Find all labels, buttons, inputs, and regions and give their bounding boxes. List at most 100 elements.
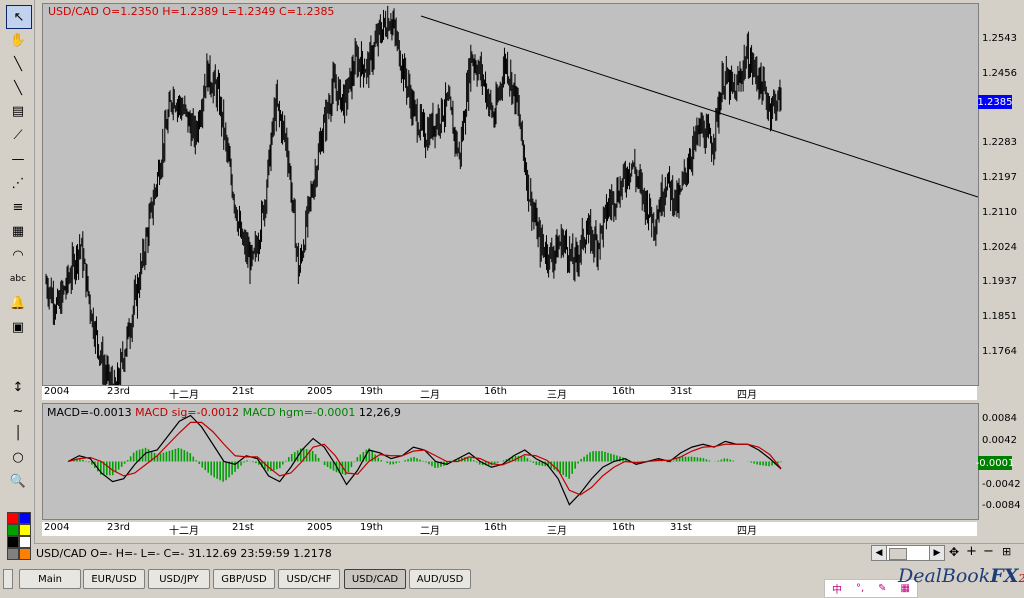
punctuation-icon[interactable]: °, (856, 583, 864, 594)
zoom-tool[interactable]: 🔍 (6, 470, 30, 492)
trendline (420, 15, 979, 198)
macd-info-line: MACD=-0.0013 MACD sig=-0.0012 MACD hgm=-… (47, 406, 401, 419)
date-tick-label: 21st (232, 386, 254, 397)
brand-name: DealBook (898, 565, 991, 587)
tab-main[interactable]: Main (19, 569, 81, 589)
price-tick-label: 1.2456 (982, 68, 1017, 79)
price-tick-label: 1.1764 (982, 346, 1017, 357)
date-tick-label: 四月 (737, 526, 757, 537)
ray-tool[interactable]: ╲ (6, 77, 30, 99)
tab-scroll-handle[interactable] (3, 569, 13, 589)
circle-tool[interactable]: ○ (6, 446, 30, 468)
tab-eur-usd[interactable]: EUR/USD (83, 569, 145, 589)
brand-suffix: FX (990, 565, 1019, 587)
date-tick-label: 二月 (420, 526, 440, 537)
color-swatch[interactable] (7, 524, 19, 536)
date-tick-label: 16th (484, 386, 507, 397)
color-swatch[interactable] (19, 548, 31, 560)
date-axis-macd: 2004 23rd 十二月 21st 2005 19th 二月 16th 三月 16th 31st 四… (42, 522, 977, 537)
price-bars (45, 5, 782, 409)
arc-tool[interactable]: ◠ (6, 244, 30, 266)
date-tick-label: 19th (360, 386, 383, 397)
date-tick-label: 16th (612, 386, 635, 397)
color-swatch[interactable] (7, 536, 19, 548)
brand-logo: DealBookFX2 (898, 565, 1024, 587)
ime-icon[interactable]: 中 (832, 581, 842, 596)
date-tick-label: 十二月 (169, 526, 199, 537)
date-tick-label: 三月 (547, 526, 567, 537)
fibonacci-tool[interactable]: ≡ (6, 196, 30, 218)
scroll-left-button[interactable]: ◀ (871, 545, 887, 561)
price-info-line: USD/CAD O=1.2350 H=1.2389 L=1.2349 C=1.2… (48, 5, 335, 18)
date-tick-label: 23rd (107, 522, 131, 533)
macd-tick-label: 0.0042 (982, 435, 1017, 446)
color-swatch[interactable] (19, 536, 31, 548)
brand-version: 2 (1018, 572, 1024, 585)
wave-tool[interactable]: ∼ (6, 400, 30, 422)
macd-histogram-label: MACD hgm=-0.0001 (242, 406, 356, 419)
macd-histogram (70, 447, 782, 482)
gann-fan-tool[interactable]: ⋰ (6, 172, 30, 194)
scroll-thumb[interactable] (889, 548, 907, 560)
hand-tool[interactable]: ✋ (6, 29, 30, 51)
crosshair-icon[interactable]: ✥ (949, 545, 959, 559)
price-tick-label: 1.2283 (982, 137, 1017, 148)
calculator-tool[interactable]: ▣ (6, 316, 30, 338)
macd-chart[interactable] (42, 403, 979, 520)
horizontal-lines-tool[interactable]: ▤ (6, 100, 30, 122)
macd-signal-label: MACD sig=-0.0012 (135, 406, 240, 419)
macd-tick-label: -0.0084 (982, 500, 1021, 511)
text-tool[interactable]: abc (6, 268, 30, 290)
macd-value-label: MACD=-0.0013 (47, 406, 132, 419)
date-tick-label: 十二月 (169, 390, 199, 401)
alert-tool[interactable]: 🔔 (6, 292, 30, 314)
tab-bar: Main EUR/USD USD/JPY GBP/USD USD/CHF USD/CAD A… (0, 564, 1024, 598)
status-text: USD/CAD O=- H=- L=- C=- 31.12.69 23:59:5… (36, 547, 332, 560)
color-swatch[interactable] (7, 512, 19, 524)
zoom-out-button[interactable]: − (983, 544, 994, 559)
tab-usd-cad[interactable]: USD/CAD (344, 569, 406, 589)
date-tick-label: 二月 (420, 390, 440, 401)
color-swatch[interactable] (19, 512, 31, 524)
price-tick-label: 1.2543 (982, 33, 1017, 44)
zoom-in-button[interactable]: + (966, 544, 977, 559)
color-swatch[interactable] (19, 524, 31, 536)
macd-tick-label: 0.0084 (982, 413, 1017, 424)
date-tick-label: 2005 (307, 522, 333, 533)
date-tick-label: 16th (612, 522, 635, 533)
tab-gbp-usd[interactable]: GBP/USD (213, 569, 275, 589)
tab-usd-jpy[interactable]: USD/JPY (148, 569, 210, 589)
price-chart-svg[interactable] (43, 4, 979, 409)
fullscreen-icon[interactable]: ⊞ (1002, 545, 1011, 558)
arrows-tool[interactable]: ↕ (6, 376, 30, 398)
date-tick-label: 16th (484, 522, 507, 533)
macd-params-label: 12,26,9 (358, 406, 401, 419)
current-price-badge: 1.2385 (977, 95, 1013, 109)
macd-tick-label: -0.0042 (982, 479, 1021, 490)
price-tick-label: 1.2197 (982, 172, 1017, 183)
date-tick-label: 2004 (44, 522, 70, 533)
scroll-right-button[interactable]: ▶ (929, 545, 945, 561)
price-tick-label: 1.2110 (982, 207, 1017, 218)
current-macd-badge: -0.0001 (975, 456, 1015, 470)
tab-aud-usd[interactable]: AUD/USD (409, 569, 471, 589)
date-tick-label: 23rd (107, 386, 131, 397)
trendline-tool[interactable]: ╲ (6, 53, 30, 75)
fan-tool[interactable]: ⟋ (6, 124, 30, 146)
price-chart[interactable] (42, 3, 979, 409)
hline-tool[interactable]: — (6, 148, 30, 170)
color-palette (7, 512, 31, 560)
vline-tool[interactable]: │ (6, 422, 30, 444)
date-tick-label: 三月 (547, 390, 567, 401)
pen-icon[interactable]: ✎ (878, 583, 886, 594)
tab-usd-chf[interactable]: USD/CHF (278, 569, 340, 589)
status-bar: USD/CAD O=- H=- L=- C=- 31.12.69 23:59:5… (34, 543, 1024, 562)
grid-tool[interactable]: ▦ (6, 220, 30, 242)
date-tick-label: 31st (670, 522, 692, 533)
pointer-tool[interactable]: ↖ (6, 5, 32, 29)
date-axis-main: 2004 23rd 十二月 21st 2005 19th 二月 16th 三月 16th 31st 四… (42, 386, 977, 401)
macd-chart-svg[interactable] (43, 404, 978, 519)
date-tick-label: 31st (670, 386, 692, 397)
color-swatch[interactable] (7, 548, 19, 560)
date-tick-label: 四月 (737, 390, 757, 401)
